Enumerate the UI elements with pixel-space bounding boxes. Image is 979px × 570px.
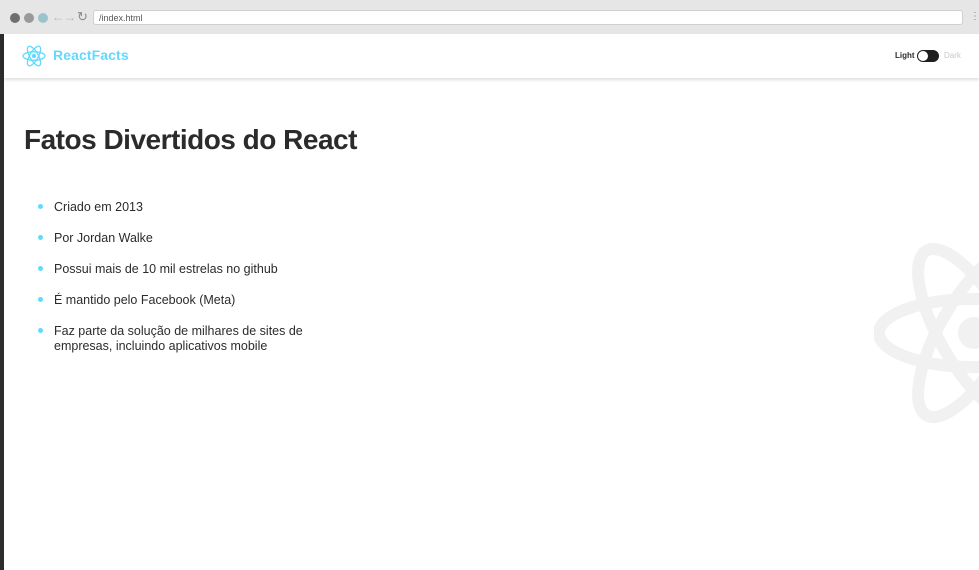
close-window-button[interactable] xyxy=(10,13,20,23)
back-arrow-icon[interactable]: ← xyxy=(52,10,64,24)
navbar: ReactFacts Light Dark xyxy=(4,34,979,78)
fact-item: Criado em 2013 xyxy=(38,200,308,215)
maximize-window-button[interactable] xyxy=(38,13,48,23)
bullet-dot xyxy=(38,235,43,240)
forward-arrow-icon[interactable]: → xyxy=(64,10,76,24)
fact-text: Faz parte da solução de milhares de site… xyxy=(54,324,303,353)
fact-item: Faz parte da solução de milhares de site… xyxy=(38,324,308,354)
fact-text: É mantido pelo Facebook (Meta) xyxy=(54,293,236,307)
bullet-dot xyxy=(38,204,43,209)
fact-text: Possui mais de 10 mil estrelas no github xyxy=(54,262,278,276)
toggle-dark-label: Dark xyxy=(944,51,961,60)
theme-toggle-switch[interactable] xyxy=(917,50,939,62)
browser-chrome: ← → ↻ /index.html ⋮ xyxy=(0,0,979,35)
toggle-knob xyxy=(918,51,928,61)
react-atom-icon[interactable] xyxy=(21,43,47,69)
toggle-light-label: Light xyxy=(895,51,915,60)
reload-icon[interactable]: ↻ xyxy=(77,10,88,24)
brand-name[interactable]: ReactFacts xyxy=(53,47,129,63)
address-bar[interactable]: /index.html xyxy=(93,10,963,25)
bullet-dot xyxy=(38,328,43,333)
main-content: Fatos Divertidos do React Criado em 2013… xyxy=(4,78,979,570)
fact-item: Por Jordan Walke xyxy=(38,231,308,246)
fact-item: Possui mais de 10 mil estrelas no github xyxy=(38,262,308,277)
browser-menu-icon[interactable]: ⋮ xyxy=(970,11,979,23)
page-title: Fatos Divertidos do React xyxy=(24,124,357,155)
fact-text: Criado em 2013 xyxy=(54,200,143,214)
bullet-dot xyxy=(38,266,43,271)
minimize-window-button[interactable] xyxy=(24,13,34,23)
fact-text: Por Jordan Walke xyxy=(54,231,153,245)
react-atom-background-icon xyxy=(874,242,979,424)
fact-item: É mantido pelo Facebook (Meta) xyxy=(38,293,308,308)
facts-list: Criado em 2013 Por Jordan Walke Possui m… xyxy=(38,200,308,370)
bullet-dot xyxy=(38,297,43,302)
